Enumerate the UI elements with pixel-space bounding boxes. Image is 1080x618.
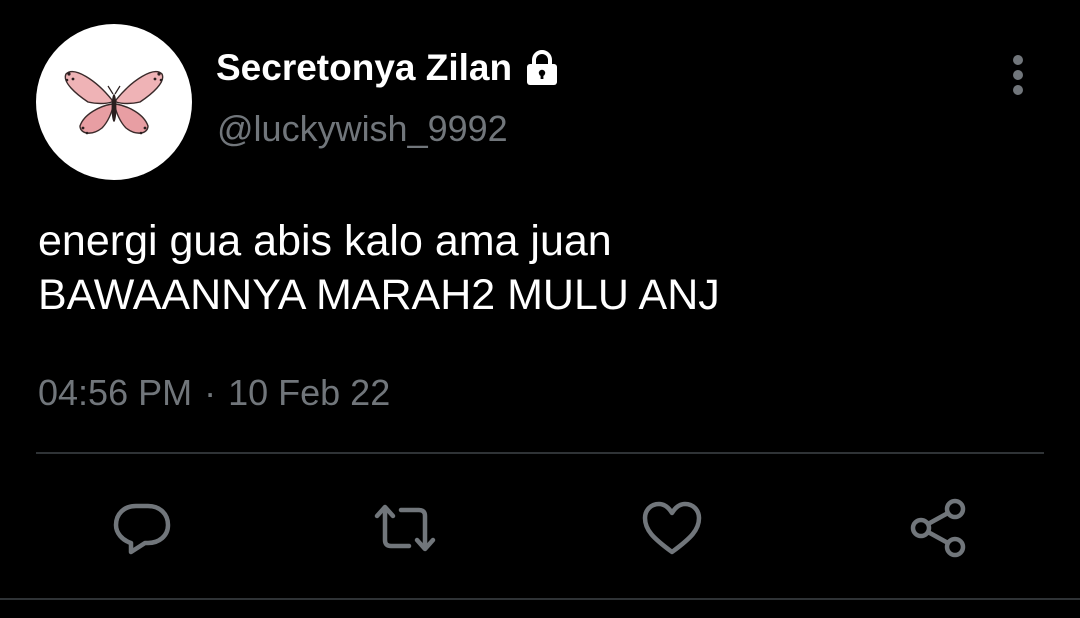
tweet-timestamp[interactable]: 04:56 PM · 10 Feb 22 [38, 372, 390, 414]
more-vertical-icon [1013, 55, 1023, 95]
reply-button[interactable] [110, 496, 174, 560]
tweet-time: 04:56 PM [38, 372, 193, 413]
butterfly-icon [64, 71, 164, 135]
separator: · [204, 372, 217, 413]
tweet-card: Secretonya Zilan @luckywish_9992 energi … [0, 0, 1080, 618]
user-handle[interactable]: @luckywish_9992 [217, 108, 508, 150]
reply-icon [113, 503, 171, 555]
share-button[interactable] [906, 496, 970, 560]
tweet-date: 10 Feb 22 [228, 372, 391, 413]
tweet-text-line: BAWAANNYA MARAH2 MULU ANJ [38, 271, 720, 319]
tweet-text-line: energi gua abis kalo ama juan [38, 217, 612, 265]
tweet-text: energi gua abis kalo ama juan BAWAANNYA … [38, 214, 720, 322]
lock-icon [522, 48, 562, 88]
display-name[interactable]: Secretonya Zilan [216, 47, 512, 89]
share-icon [910, 498, 966, 558]
more-options-button[interactable] [998, 52, 1038, 98]
heart-icon [642, 501, 702, 555]
like-button[interactable] [640, 496, 704, 560]
avatar[interactable] [36, 24, 192, 180]
divider [0, 598, 1080, 600]
retweet-button[interactable] [373, 496, 437, 560]
display-name-row: Secretonya Zilan [216, 44, 562, 92]
divider [36, 452, 1044, 454]
retweet-icon [374, 504, 436, 552]
